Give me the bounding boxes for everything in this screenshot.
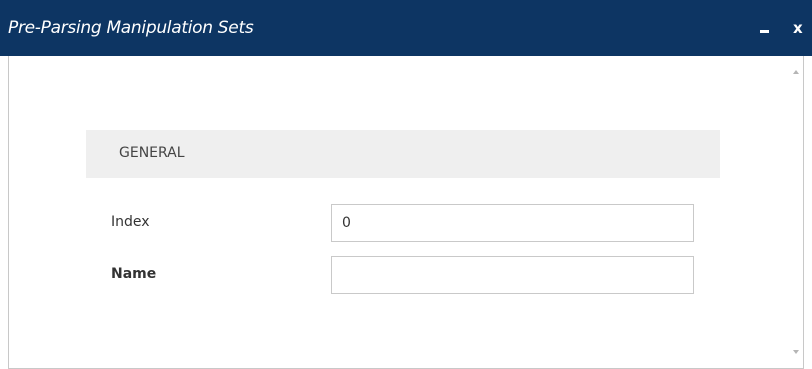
index-field[interactable] bbox=[331, 204, 694, 242]
minimize-button[interactable] bbox=[758, 20, 772, 36]
dialog-body: GENERAL Index Name bbox=[8, 56, 804, 369]
section-header-general: GENERAL bbox=[86, 130, 720, 178]
scroll-down-icon[interactable] bbox=[793, 350, 799, 354]
vertical-scrollbar[interactable] bbox=[791, 56, 803, 368]
index-label: Index bbox=[111, 214, 150, 230]
section-title: GENERAL bbox=[119, 145, 185, 161]
scroll-up-icon[interactable] bbox=[793, 70, 799, 74]
close-button[interactable]: x bbox=[793, 20, 807, 36]
dialog-window: Pre-Parsing Manipulation Sets x GENERAL … bbox=[0, 0, 812, 369]
name-label: Name bbox=[111, 266, 157, 282]
minimize-icon bbox=[760, 30, 769, 33]
title-bar: Pre-Parsing Manipulation Sets x bbox=[0, 0, 812, 56]
dialog-title: Pre-Parsing Manipulation Sets bbox=[8, 18, 254, 38]
name-field[interactable] bbox=[331, 256, 694, 294]
